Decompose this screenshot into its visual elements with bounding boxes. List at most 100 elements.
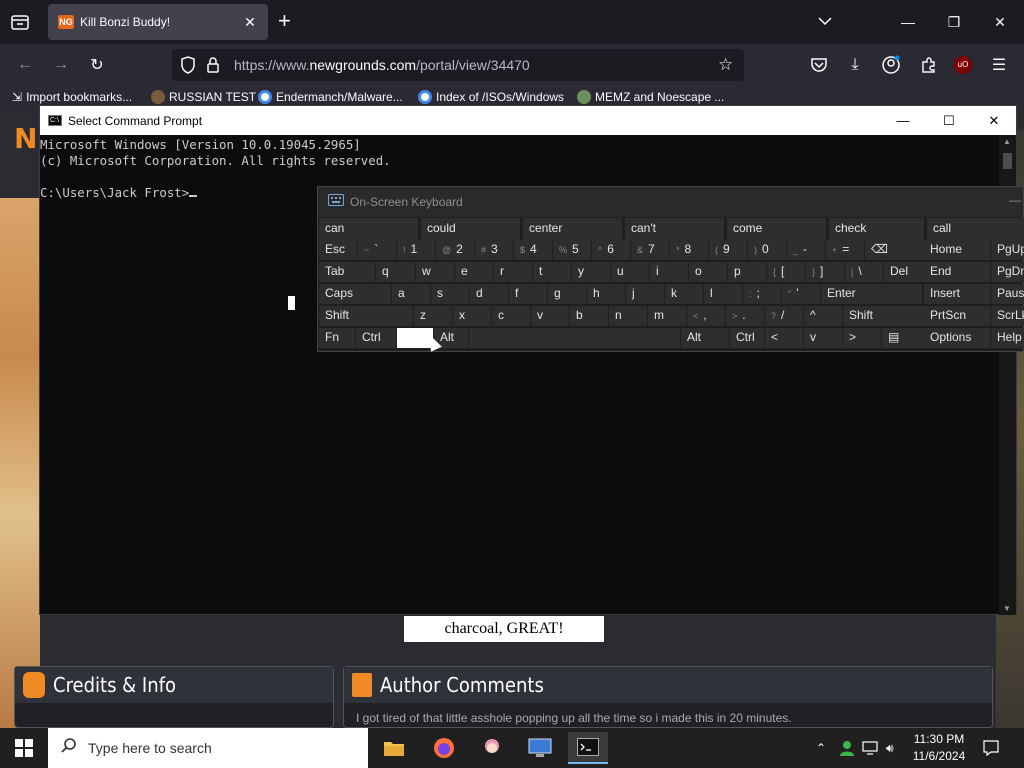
key-Ctrl[interactable]: Ctrl [356,328,396,348]
scroll-down-icon[interactable]: ▼ [1003,604,1011,613]
key-▤[interactable]: ▤ [882,328,928,348]
key-Insert[interactable]: Insert [924,284,990,304]
key-p[interactable]: p [728,262,766,282]
restore-icon[interactable]: ❐ [938,6,970,38]
bookmark-memz[interactable]: MEMZ and Noescape ... [577,90,724,104]
taskbar-search[interactable]: Type here to search [48,728,368,768]
extensions-icon[interactable] [918,54,940,76]
key-11[interactable]: ) 0 [748,240,786,260]
key-c[interactable]: c [492,306,530,326]
cmd-titlebar[interactable]: C:\ Select Command Prompt — ☐ ✕ [40,106,1016,135]
key-Alt[interactable]: Alt [681,328,729,348]
key-w[interactable]: w [416,262,454,282]
key-Caps[interactable]: Caps [319,284,391,304]
key-7[interactable]: ^ 6 [592,240,630,260]
key-l[interactable]: l [704,284,742,304]
command-prompt-window[interactable]: C:\ Select Command Prompt — ☐ ✕ Microsof… [39,105,1017,615]
word-prediction[interactable]: can't [625,218,724,240]
key-PgDn[interactable]: PgDn [991,262,1024,282]
bookmark-isos[interactable]: Index of /ISOs/Windows [418,90,564,104]
key-PgUp[interactable]: PgUp [991,240,1024,260]
on-screen-keyboard[interactable]: On-Screen Keyboard — can could center can't… [317,186,1024,352]
key-d[interactable]: d [470,284,508,304]
key-^[interactable]: ^ [804,306,842,326]
word-prediction[interactable]: come [727,218,826,240]
key-PrtScn[interactable]: PrtScn [924,306,990,326]
url-bar[interactable]: https://www.newgrounds.com/portal/view/3… [172,49,744,81]
forward-arrow-icon[interactable]: → [50,54,72,76]
word-prediction[interactable]: call [927,218,1024,240]
command-prompt-taskbar-icon[interactable] [568,732,608,764]
minimize-icon[interactable]: — [880,106,926,135]
bookmark-endermanch[interactable]: Endermanch/Malware... [258,90,403,104]
key-12[interactable]: _ - [787,240,825,260]
key-Enter[interactable]: Enter [821,284,922,304]
tab-close-icon[interactable]: ✕ [242,14,258,31]
osk-titlebar[interactable]: On-Screen Keyboard — [318,187,1023,217]
key-space[interactable] [469,328,680,348]
key-Ctrl[interactable]: Ctrl [730,328,764,348]
key-0[interactable]: Esc [319,240,357,260]
key-b[interactable]: b [570,306,608,326]
show-hidden-icons-chevron-icon[interactable]: ⌃ [816,728,826,768]
key-[[interactable]: {[ [767,262,805,282]
lock-icon[interactable] [206,56,220,79]
newgrounds-logo[interactable]: N [14,122,37,155]
key->[interactable]: > [843,328,881,348]
remote-desktop-icon[interactable] [520,732,560,764]
download-icon[interactable]: ⤓ [844,54,866,76]
key-6[interactable]: % 5 [553,240,591,260]
key-Options[interactable]: Options [924,328,990,348]
key-z[interactable]: z [414,306,452,326]
key-1[interactable]: ~ ` [358,240,396,260]
key-14[interactable]: ⌫ [865,240,925,260]
star-icon[interactable]: ☆ [718,55,733,75]
key-q[interactable]: q [376,262,415,282]
key-f[interactable]: f [509,284,547,304]
key-Home[interactable]: Home [924,240,990,260]
shield-icon[interactable] [180,56,196,79]
new-tab-icon[interactable]: + [278,10,291,32]
key-10[interactable]: (9 [709,240,747,260]
key-k[interactable]: k [665,284,703,304]
key-i[interactable]: i [650,262,688,282]
key-3[interactable]: @2 [436,240,474,260]
word-prediction[interactable]: check [829,218,924,240]
hamburger-menu-icon[interactable]: ☰ [988,54,1010,76]
close-icon[interactable]: ✕ [971,106,1017,135]
key-Shift[interactable]: Shift [319,306,413,326]
network-icon[interactable] [862,728,878,768]
account-icon[interactable] [880,54,902,76]
taskbar-clock[interactable]: 11:30 PM 11/6/2024 [906,731,972,765]
browser-tab[interactable]: NG Kill Bonzi Buddy! ✕ [48,4,268,40]
key-Pause[interactable]: Pause [991,284,1024,304]
key-/[interactable]: ? / [765,306,803,326]
key-e[interactable]: e [455,262,493,282]
scrollbar-thumb[interactable] [1003,153,1012,169]
key-ScrLk[interactable]: ScrLk [991,306,1024,326]
key-a[interactable]: a [392,284,430,304]
maximize-icon[interactable]: ☐ [926,106,972,135]
key-.[interactable]: >. [726,306,764,326]
key-m[interactable]: m [648,306,686,326]
key-5[interactable]: $4 [514,240,552,260]
anime-app-icon[interactable] [472,732,512,764]
notifications-icon[interactable] [982,728,1000,768]
key-r[interactable]: r [494,262,532,282]
key-;[interactable]: :; [743,284,781,304]
back-arrow-icon[interactable]: ← [14,54,36,76]
windows-start-icon[interactable] [0,728,48,768]
key-'[interactable]: " ' [782,284,820,304]
word-prediction[interactable]: can [319,218,418,240]
key-o[interactable]: o [689,262,727,282]
key-Help[interactable]: Help [991,328,1024,348]
pocket-icon[interactable] [808,54,830,76]
volume-icon[interactable]: 🔊︎ [886,728,894,768]
bookmark-russian-test[interactable]: RUSSIAN TEST [151,90,256,104]
key-Shift[interactable]: Shift [843,306,927,326]
key-,[interactable]: <, [687,306,725,326]
tab-list-icon[interactable] [8,10,32,34]
key-][interactable]: }] [806,262,844,282]
chevron-down-icon[interactable] [816,12,834,35]
network-people-icon[interactable] [838,728,856,768]
